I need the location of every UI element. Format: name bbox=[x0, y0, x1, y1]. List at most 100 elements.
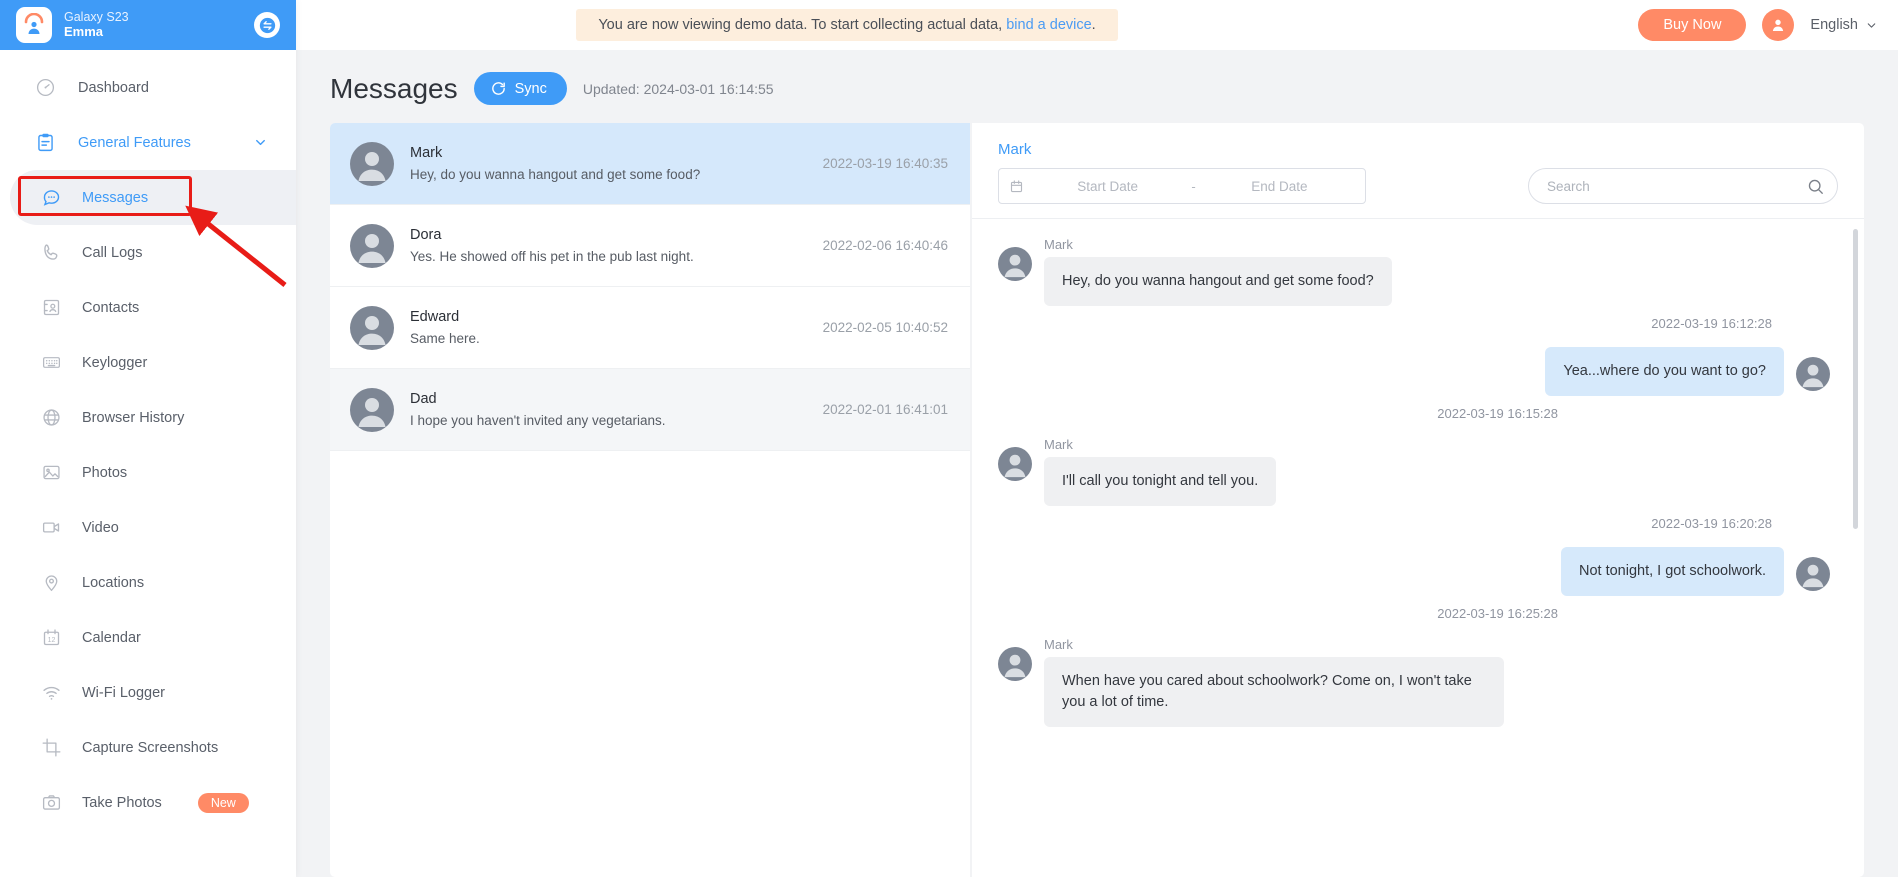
sidebar-item-photos[interactable]: Photos bbox=[0, 445, 296, 500]
sidebar-item-label: Wi-Fi Logger bbox=[82, 684, 165, 701]
avatar bbox=[998, 447, 1032, 482]
chat-contact-title: Mark bbox=[998, 141, 1032, 158]
phone-icon bbox=[40, 242, 62, 264]
sidebar-item-dashboard[interactable]: Dashboard bbox=[0, 60, 296, 115]
device-user: Emma bbox=[64, 23, 104, 39]
thread-scrollbar[interactable] bbox=[1853, 229, 1858, 877]
conversation-row-dora[interactable]: Dora Yes. He showed off his pet in the p… bbox=[330, 205, 970, 287]
sidebar-item-browser-history[interactable]: Browser History bbox=[0, 390, 296, 445]
buy-now-button[interactable]: Buy Now bbox=[1638, 9, 1747, 41]
sidebar-item-label: Capture Screenshots bbox=[82, 739, 219, 756]
sidebar-item-locations[interactable]: Locations bbox=[0, 555, 296, 610]
sidebar-item-contacts[interactable]: Contacts bbox=[0, 280, 296, 335]
chevron-down-icon[interactable] bbox=[253, 135, 268, 150]
conversation-name: Mark bbox=[410, 145, 443, 161]
search-icon[interactable] bbox=[1806, 177, 1825, 196]
message-timestamp: 2022-03-19 16:12:28 bbox=[1651, 316, 1772, 332]
new-badge: New bbox=[197, 792, 249, 813]
conversation-row-mark[interactable]: Mark Hey, do you wanna hangout and get s… bbox=[330, 123, 970, 205]
keyboard-icon bbox=[40, 352, 62, 374]
message-bubble: When have you cared about schoolwork? Co… bbox=[1044, 657, 1504, 728]
sidebar-device-header[interactable]: Galaxy S23 Emma bbox=[0, 0, 296, 50]
bind-a-device-link[interactable]: bind a device bbox=[1006, 17, 1091, 33]
page-title: Messages bbox=[330, 72, 458, 104]
conversation-row-dad[interactable]: Dad I hope you haven't invited any veget… bbox=[330, 369, 970, 451]
sidebar-item-label: Browser History bbox=[82, 409, 185, 426]
camera-icon bbox=[40, 792, 62, 814]
conversation-preview: Yes. He showed off his pet in the pub la… bbox=[410, 249, 694, 264]
conversation-text: Mark Hey, do you wanna hangout and get s… bbox=[410, 145, 807, 182]
conversation-name: Dad bbox=[410, 391, 437, 407]
avatar bbox=[998, 647, 1032, 682]
message-incoming: Mark Hey, do you wanna hangout and get s… bbox=[998, 237, 1830, 307]
demo-data-banner: You are now viewing demo data. To start … bbox=[576, 9, 1118, 41]
message-timestamp: 2022-03-19 16:20:28 bbox=[1651, 516, 1772, 532]
message-timestamp: 2022-03-19 16:25:28 bbox=[1437, 606, 1558, 622]
conversation-time: 2022-02-05 10:40:52 bbox=[822, 320, 948, 335]
sidebar-item-label: Call Logs bbox=[82, 244, 143, 261]
image-icon bbox=[40, 462, 62, 484]
conversation-text: Dora Yes. He showed off his pet in the p… bbox=[410, 227, 807, 264]
sidebar-item-label: Photos bbox=[82, 464, 128, 481]
banner-text-before: You are now viewing demo data. To start … bbox=[598, 17, 1007, 33]
updated-timestamp: Updated: 2024-03-01 16:14:55 bbox=[582, 80, 774, 97]
sidebar-item-label: Locations bbox=[82, 574, 145, 591]
sidebar-item-video[interactable]: Video bbox=[0, 500, 296, 555]
start-date-input[interactable] bbox=[1032, 178, 1184, 194]
sidebar-nav: Dashboard General Features Messages Call… bbox=[0, 50, 296, 830]
sidebar-item-general-features[interactable]: General Features bbox=[0, 115, 296, 170]
avatar bbox=[350, 387, 394, 432]
conversation-preview: I hope you haven't invited any vegetaria… bbox=[410, 413, 666, 428]
user-avatar-icon[interactable] bbox=[1762, 9, 1795, 41]
chat-panel: Mark - bbox=[972, 123, 1864, 877]
top-bar: You are now viewing demo data. To start … bbox=[296, 0, 1898, 50]
sidebar-item-take-photos[interactable]: Take Photos New bbox=[0, 775, 296, 830]
chevron-down-icon bbox=[1865, 19, 1878, 32]
conversation-row-edward[interactable]: Edward Same here. 2022-02-05 10:40:52 bbox=[330, 287, 970, 369]
conversation-text: Dad I hope you haven't invited any veget… bbox=[410, 391, 807, 428]
conversation-time: 2022-03-19 16:40:35 bbox=[822, 156, 948, 171]
avatar bbox=[1796, 557, 1830, 592]
message-bubble-icon bbox=[40, 187, 62, 209]
chat-toolbar: - bbox=[972, 168, 1864, 218]
sidebar-item-label: Dashboard bbox=[78, 79, 149, 96]
conversation-list: Mark Hey, do you wanna hangout and get s… bbox=[330, 123, 970, 877]
sidebar-item-label: Video bbox=[82, 519, 119, 536]
date-range-picker[interactable]: - bbox=[998, 168, 1366, 204]
app-logo-icon bbox=[16, 7, 52, 43]
message-bubble: Not tonight, I got schoolwork. bbox=[1561, 547, 1784, 597]
sync-button[interactable]: Sync bbox=[473, 72, 567, 105]
app-root: Galaxy S23 Emma Dashboard General Featur… bbox=[0, 0, 1898, 877]
sidebar-item-keylogger[interactable]: Keylogger bbox=[0, 335, 296, 390]
switch-device-icon[interactable] bbox=[254, 12, 280, 38]
avatar bbox=[350, 141, 394, 186]
message-outgoing: Yea...where do you want to go? bbox=[998, 347, 1830, 397]
dashboard-gauge-icon bbox=[34, 77, 56, 99]
search-box[interactable] bbox=[1528, 168, 1838, 204]
end-date-input[interactable] bbox=[1203, 178, 1355, 194]
sidebar-item-call-logs[interactable]: Call Logs bbox=[0, 225, 296, 280]
message-body: Mark I'll call you tonight and tell you. bbox=[1044, 437, 1277, 507]
conversation-preview: Hey, do you wanna hangout and get some f… bbox=[410, 167, 701, 182]
calendar-icon: 12 bbox=[40, 627, 62, 649]
sidebar-item-messages[interactable]: Messages bbox=[10, 170, 296, 225]
thread-scrollbar-thumb[interactable] bbox=[1853, 229, 1858, 529]
message-body: Not tonight, I got schoolwork. bbox=[1561, 547, 1784, 597]
calendar-icon bbox=[1009, 179, 1024, 194]
conversation-preview: Same here. bbox=[410, 331, 480, 346]
search-input[interactable] bbox=[1547, 178, 1806, 194]
message-body: Mark When have you cared about schoolwor… bbox=[1044, 637, 1504, 728]
sidebar-item-wifi-logger[interactable]: Wi-Fi Logger bbox=[0, 665, 296, 720]
conversation-name: Dora bbox=[410, 227, 442, 243]
map-pin-icon bbox=[40, 572, 62, 594]
sidebar-item-capture-screenshots[interactable]: Capture Screenshots bbox=[0, 720, 296, 775]
svg-text:12: 12 bbox=[47, 637, 55, 644]
language-selector[interactable]: English bbox=[1810, 17, 1878, 33]
avatar bbox=[350, 223, 394, 268]
device-info: Galaxy S23 Emma bbox=[64, 10, 242, 39]
message-timestamp: 2022-03-19 16:15:28 bbox=[1437, 406, 1558, 422]
top-bar-actions: Buy Now English bbox=[1638, 9, 1878, 41]
sidebar-item-calendar[interactable]: 12 Calendar bbox=[0, 610, 296, 665]
sync-button-label: Sync bbox=[514, 80, 547, 97]
conversation-name: Edward bbox=[410, 309, 460, 325]
